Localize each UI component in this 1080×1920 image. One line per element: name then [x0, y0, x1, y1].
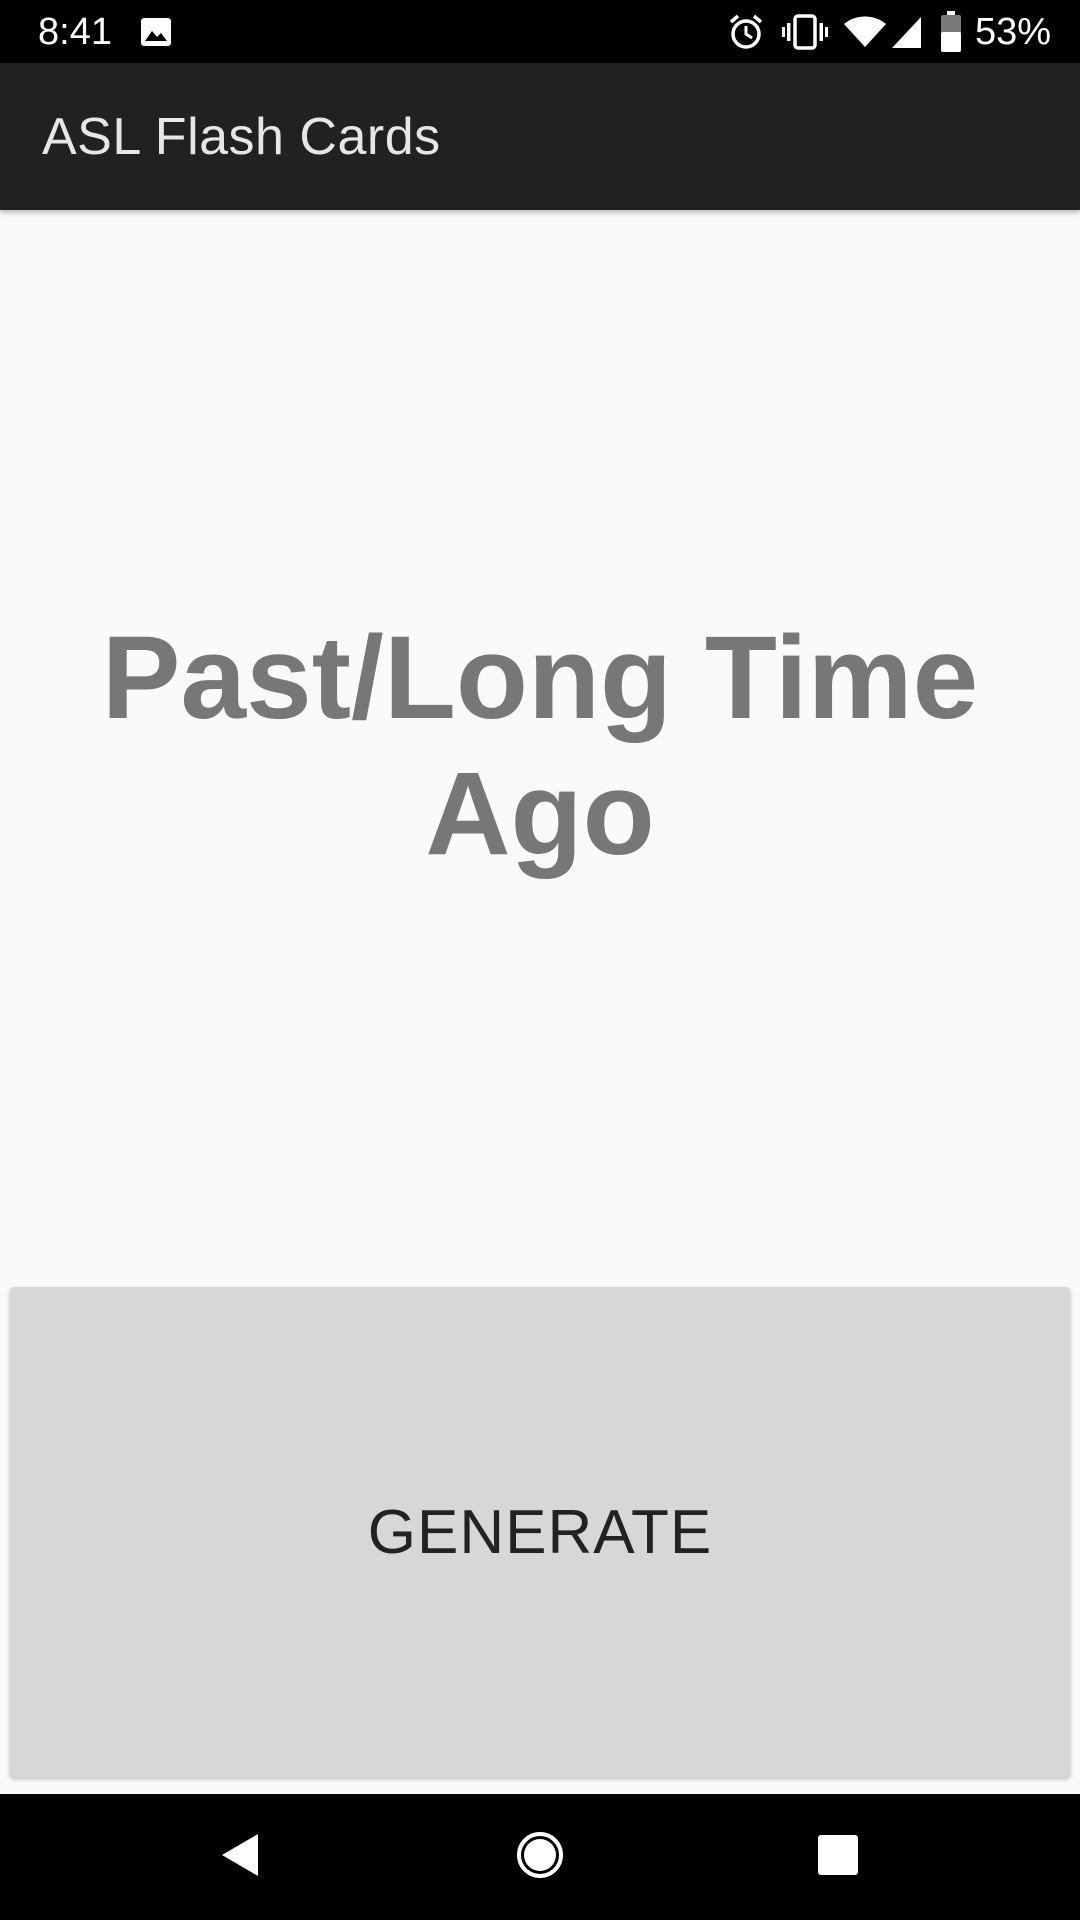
flash-card-area: Past/Long Time Ago: [0, 210, 1080, 1287]
vibrate-icon: [782, 13, 828, 56]
alarm-icon: [727, 13, 765, 56]
status-bar: 8:41 53%: [0, 0, 1080, 63]
battery-icon: [940, 11, 962, 58]
recents-icon: [817, 1834, 859, 1881]
back-icon: [218, 1832, 262, 1883]
app-screen: 8:41 53% ASL Flash Cards Past/Long Time …: [0, 0, 1080, 1920]
battery-percent: 53%: [975, 11, 1052, 53]
gallery-icon: [140, 17, 172, 47]
navigation-bar: [0, 1794, 1080, 1920]
wifi-icon: [843, 15, 887, 54]
signal-icon: [890, 15, 922, 54]
generate-button-label: GENERATE: [367, 1497, 713, 1567]
app-bar: ASL Flash Cards: [0, 63, 1080, 210]
flash-card-word: Past/Long Time Ago: [101, 612, 979, 880]
home-icon: [515, 1830, 565, 1885]
back-button[interactable]: [160, 1794, 320, 1920]
home-button[interactable]: [460, 1794, 620, 1920]
generate-button[interactable]: GENERATE: [10, 1287, 1070, 1777]
status-time: 8:41: [38, 11, 112, 53]
app-title: ASL Flash Cards: [42, 108, 441, 166]
recents-button[interactable]: [758, 1794, 918, 1920]
